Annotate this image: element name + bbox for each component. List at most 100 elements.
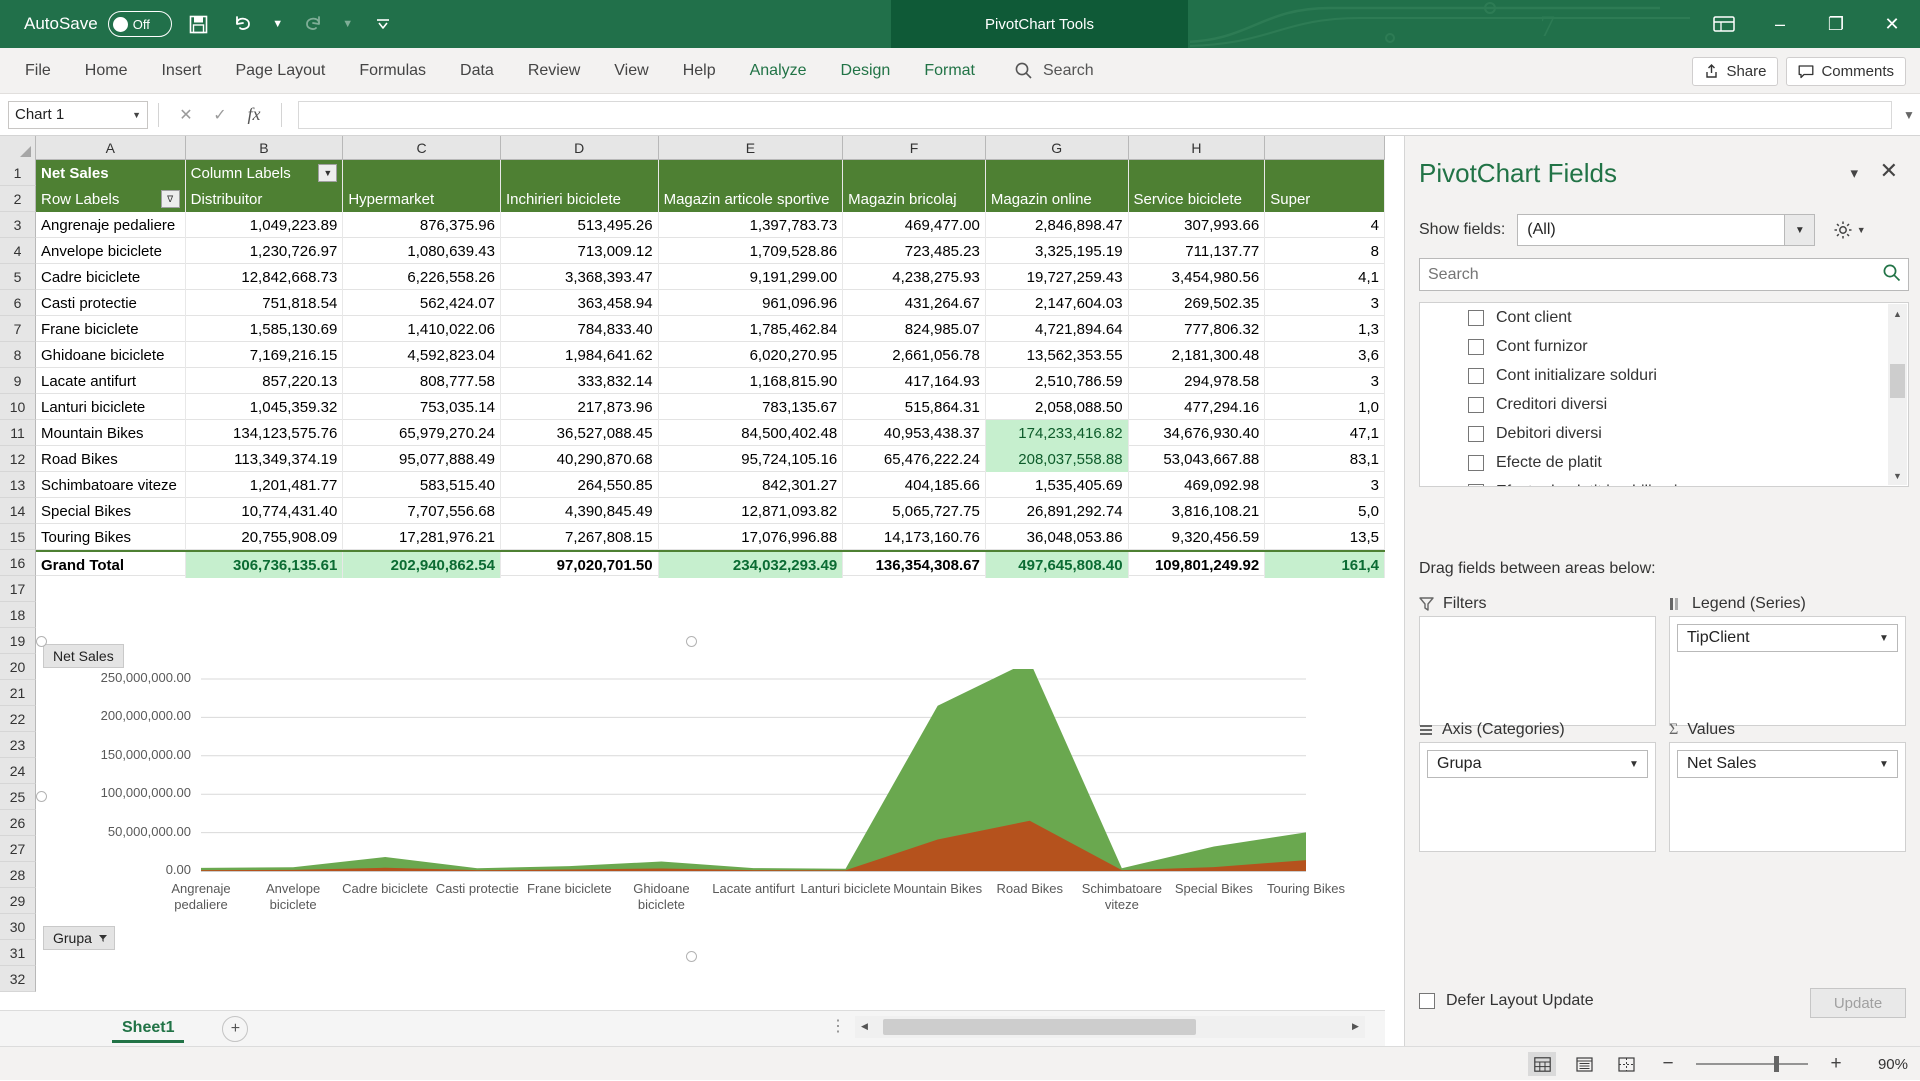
row-header-26[interactable]: 26 xyxy=(0,810,36,836)
row-header-28[interactable]: 28 xyxy=(0,862,36,888)
expand-formula-bar-icon[interactable]: ▼ xyxy=(1898,99,1920,131)
grid-cell[interactable] xyxy=(843,160,986,186)
grid-cell[interactable]: 3 xyxy=(1265,368,1385,394)
grid-cell[interactable]: 36,527,088.45 xyxy=(501,420,659,446)
grid-cell[interactable]: 5,065,727.75 xyxy=(843,498,986,524)
row-header-11[interactable]: 11 xyxy=(0,420,36,446)
grid-cell[interactable]: 3 xyxy=(1265,472,1385,498)
grid-cell[interactable]: 4,592,823.04 xyxy=(343,342,501,368)
field-pill-tipclient[interactable]: TipClient ▼ xyxy=(1677,624,1898,652)
row-header-27[interactable]: 27 xyxy=(0,836,36,862)
show-fields-select[interactable]: (All) ▼ xyxy=(1517,214,1816,246)
grid-cell[interactable]: 562,424.07 xyxy=(343,290,501,316)
grid-cell[interactable]: 515,864.31 xyxy=(843,394,986,420)
grid-cell[interactable]: 876,375.96 xyxy=(343,212,501,238)
column-header-F[interactable]: F xyxy=(843,136,986,160)
grid-cell[interactable]: 431,264.67 xyxy=(843,290,986,316)
zoom-level-value[interactable]: 90% xyxy=(1864,1056,1908,1073)
field-checkbox[interactable] xyxy=(1468,425,1484,442)
row-header-10[interactable]: 10 xyxy=(0,394,36,420)
column-header-I[interactable] xyxy=(1265,136,1385,160)
grid-cell[interactable]: Magazin articole sportive xyxy=(658,186,844,212)
field-list-item[interactable]: Cont furnizor xyxy=(1420,332,1908,361)
row-header-25[interactable]: 25 xyxy=(0,784,36,810)
grid-cell[interactable]: 1,585,130.69 xyxy=(186,316,344,342)
row-header-21[interactable]: 21 xyxy=(0,680,36,706)
resize-handle-l[interactable] xyxy=(36,791,47,802)
grid-cell[interactable]: 217,873.96 xyxy=(501,394,659,420)
row-header-3[interactable]: 3 xyxy=(0,212,36,238)
row-header-15[interactable]: 15 xyxy=(0,524,36,550)
close-button[interactable]: ✕ xyxy=(1864,0,1920,48)
grid-cell[interactable]: 4,238,275.93 xyxy=(843,264,986,290)
field-list-scrollbar[interactable]: ▲ ▼ xyxy=(1888,304,1907,485)
column-header-D[interactable]: D xyxy=(501,136,659,160)
panel-search-input[interactable] xyxy=(1420,265,1874,284)
ribbon-tab-formulas[interactable]: Formulas xyxy=(342,48,443,94)
row-header-17[interactable]: 17 xyxy=(0,576,36,602)
grid-cell[interactable]: 7,267,808.15 xyxy=(501,524,659,550)
grid-cell[interactable]: 417,164.93 xyxy=(843,368,986,394)
defer-layout-update-row[interactable]: Defer Layout Update xyxy=(1419,992,1594,1010)
area-axis-dropzone[interactable]: Grupa ▼ xyxy=(1419,742,1656,852)
grid-cell[interactable]: Service biciclete xyxy=(1128,186,1266,212)
row-header-19[interactable]: 19 xyxy=(0,628,36,654)
ribbon-tab-review[interactable]: Review xyxy=(511,48,597,94)
autosave-toggle[interactable]: Off xyxy=(107,11,172,37)
ribbon-search[interactable]: Search xyxy=(1014,61,1094,80)
chevron-down-icon[interactable]: ▼ xyxy=(1871,751,1897,777)
grid-cell[interactable]: Row Labels ∇ xyxy=(36,186,186,212)
grid-cell[interactable]: Touring Bikes xyxy=(36,524,186,550)
grid-cell[interactable]: 53,043,667.88 xyxy=(1129,446,1266,472)
grid-cell[interactable] xyxy=(1128,160,1266,186)
grid-cell[interactable]: 65,979,270.24 xyxy=(343,420,501,446)
maximize-button[interactable]: ❐ xyxy=(1808,0,1864,48)
table-row[interactable]: Anvelope biciclete 1,230,726.97 1,080,639.… xyxy=(36,238,1385,264)
grid-cell[interactable]: 202,940,862.54 xyxy=(343,552,501,578)
ribbon-tab-design[interactable]: Design xyxy=(824,48,908,94)
grid-cell[interactable]: 234,032,293.49 xyxy=(658,552,844,578)
grid-cell[interactable]: 26,891,292.74 xyxy=(986,498,1129,524)
scroll-left-icon[interactable]: ◀ xyxy=(855,1017,874,1036)
name-box[interactable]: Chart 1 ▼ xyxy=(8,100,148,129)
grid-cell[interactable]: 95,724,105.16 xyxy=(659,446,844,472)
grid-cell[interactable]: 1,049,223.89 xyxy=(186,212,344,238)
grid-cell[interactable]: Frane biciclete xyxy=(36,316,186,342)
grid-cell[interactable]: 294,978.58 xyxy=(1129,368,1266,394)
select-all-corner[interactable] xyxy=(0,136,36,160)
row-header-12[interactable]: 12 xyxy=(0,446,36,472)
grid-cell[interactable]: 3,454,980.56 xyxy=(1129,264,1266,290)
grid-cell[interactable]: 469,477.00 xyxy=(843,212,986,238)
grid-cell[interactable]: 307,993.66 xyxy=(1129,212,1266,238)
table-row[interactable]: Lanturi biciclete 1,045,359.32 753,035.14 2… xyxy=(36,394,1385,420)
grid-cell[interactable]: 40,290,870.68 xyxy=(501,446,659,472)
tools-gear-icon[interactable]: ▼ xyxy=(1827,214,1871,246)
table-row[interactable]: Mountain Bikes 134,123,575.76 65,979,270.2… xyxy=(36,420,1385,446)
collapse-panel-icon[interactable]: ▾ xyxy=(1850,164,1858,182)
grid-cell[interactable]: 3,6 xyxy=(1265,342,1385,368)
page-layout-view-icon[interactable] xyxy=(1570,1052,1598,1076)
grid-cell[interactable]: 777,806.32 xyxy=(1129,316,1266,342)
grid-cell[interactable]: 497,645,808.40 xyxy=(985,552,1129,578)
grid-cell[interactable]: 5,0 xyxy=(1265,498,1385,524)
grid-cell[interactable]: 1,230,726.97 xyxy=(186,238,344,264)
grid-cell[interactable]: 174,233,416.82 xyxy=(985,420,1129,446)
table-row[interactable]: Row Labels ∇ Distribuitor Hypermarket Inchir… xyxy=(36,186,1385,212)
grid-cell[interactable]: 161,4 xyxy=(1265,552,1385,578)
grid-cell[interactable]: 47,1 xyxy=(1265,420,1385,446)
grid-cell[interactable]: Column Labels ▼ xyxy=(185,160,344,186)
grid-cell[interactable]: Magazin bricolaj xyxy=(843,186,986,212)
area-values-dropzone[interactable]: Net Sales ▼ xyxy=(1669,742,1906,852)
grid-cell[interactable]: Grand Total xyxy=(36,552,186,578)
grid-cell[interactable]: 711,137.77 xyxy=(1129,238,1266,264)
row-header-29[interactable]: 29 xyxy=(0,888,36,914)
chevron-down-icon[interactable]: ▼ xyxy=(1871,625,1897,651)
grid-cell[interactable]: Ghidoane biciclete xyxy=(36,342,186,368)
formula-input[interactable] xyxy=(298,100,1892,129)
grid-cell[interactable]: 9,191,299.00 xyxy=(659,264,844,290)
grid-cell[interactable]: 477,294.16 xyxy=(1129,394,1266,420)
enter-icon[interactable]: ✓ xyxy=(203,99,237,131)
ribbon-tab-file[interactable]: File xyxy=(8,48,68,94)
grid-cell[interactable]: 961,096.96 xyxy=(659,290,844,316)
grid-cell[interactable]: 4,721,894.64 xyxy=(986,316,1129,342)
